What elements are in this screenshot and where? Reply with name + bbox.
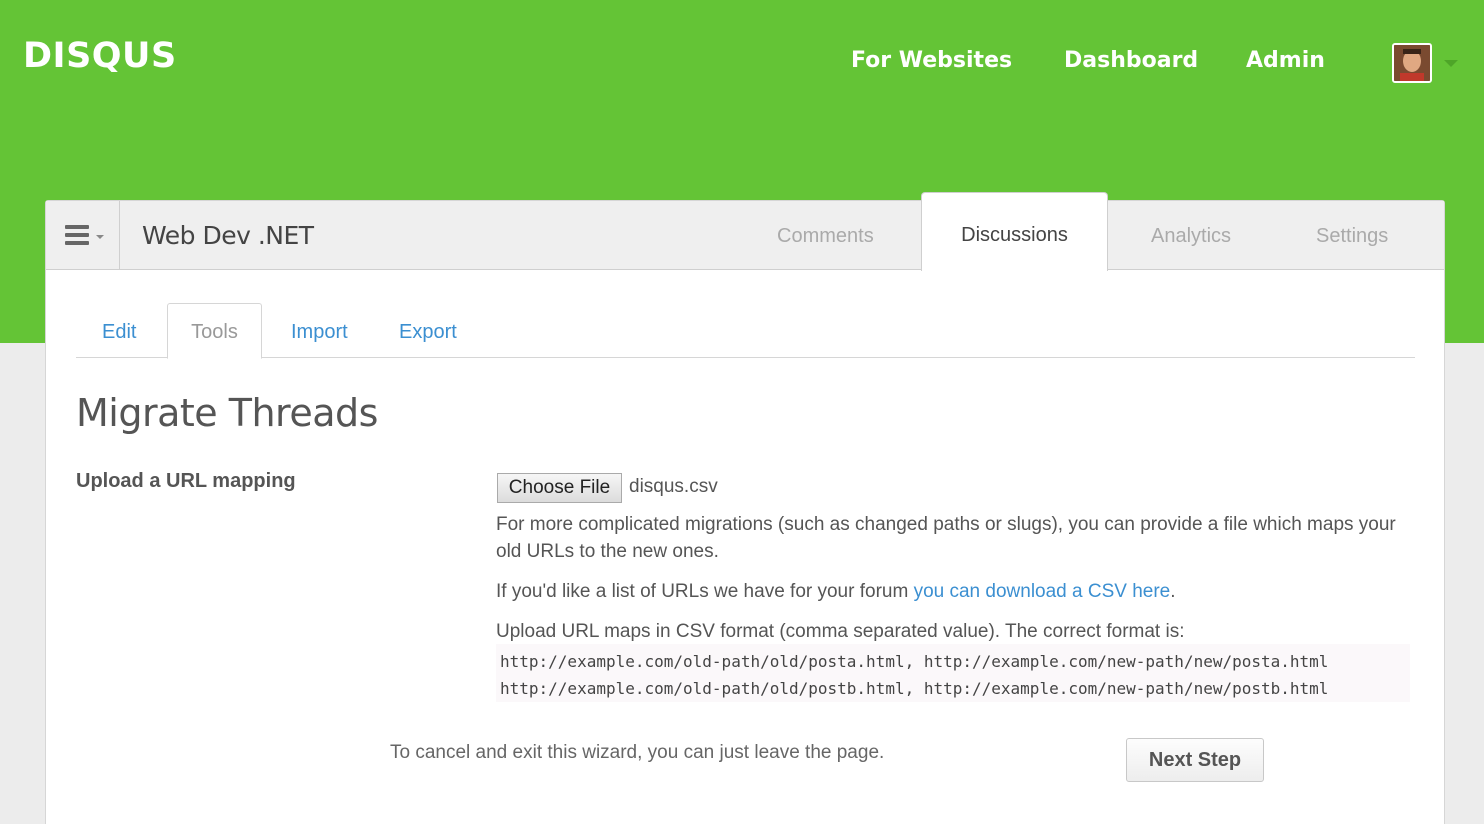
code-line: http://example.com/old-path/old/posta.ht… — [500, 652, 1329, 671]
subtab-bar: Edit Tools Import Export — [76, 303, 1415, 359]
tab-settings[interactable]: Settings — [1316, 225, 1388, 248]
help-text-download-suffix: . — [1170, 581, 1176, 602]
site-panel: Web Dev .NET Comments Discussions Analyt… — [45, 192, 1445, 824]
selected-file-name: disqus.csv — [629, 476, 718, 497]
help-text-download: If you'd like a list of URLs we have for… — [496, 578, 1396, 605]
tab-comments[interactable]: Comments — [777, 225, 874, 248]
code-line: http://example.com/old-path/old/postb.ht… — [500, 679, 1329, 698]
nav-admin[interactable]: Admin — [1246, 48, 1325, 78]
subtab-edit[interactable]: Edit — [102, 321, 136, 344]
cancel-hint: To cancel and exit this wizard, you can … — [390, 742, 885, 763]
next-step-button[interactable]: Next Step — [1126, 738, 1264, 782]
subtab-tools[interactable]: Tools — [167, 303, 262, 359]
chevron-down-icon[interactable] — [1444, 60, 1458, 67]
help-text-download-prefix: If you'd like a list of URLs we have for… — [496, 581, 914, 602]
user-avatar[interactable] — [1392, 43, 1432, 83]
menu-icon — [65, 225, 89, 249]
tab-analytics[interactable]: Analytics — [1151, 225, 1231, 248]
upload-url-mapping-label: Upload a URL mapping — [76, 470, 296, 492]
choose-file-button[interactable]: Choose File — [497, 473, 622, 503]
site-title: Web Dev .NET — [142, 221, 314, 250]
chevron-down-icon — [96, 235, 104, 239]
nav-for-websites[interactable]: For Websites — [851, 48, 1012, 78]
download-csv-link[interactable]: you can download a CSV here — [914, 581, 1171, 602]
panel-header: Web Dev .NET Comments Discussions Analyt… — [46, 192, 1444, 271]
help-text-migrations: For more complicated migrations (such as… — [496, 514, 1396, 562]
disqus-logo[interactable]: DISQUS — [23, 36, 177, 76]
nav-dashboard[interactable]: Dashboard — [1064, 48, 1198, 78]
subtab-export[interactable]: Export — [399, 321, 457, 344]
hamburger-menu-button[interactable] — [46, 201, 120, 270]
help-text-format: Upload URL maps in CSV format (comma sep… — [496, 621, 1185, 642]
subtab-import[interactable]: Import — [291, 321, 348, 344]
tab-discussions[interactable]: Discussions — [921, 192, 1108, 271]
csv-format-example: http://example.com/old-path/old/posta.ht… — [496, 644, 1410, 702]
page-title: Migrate Threads — [76, 391, 378, 435]
